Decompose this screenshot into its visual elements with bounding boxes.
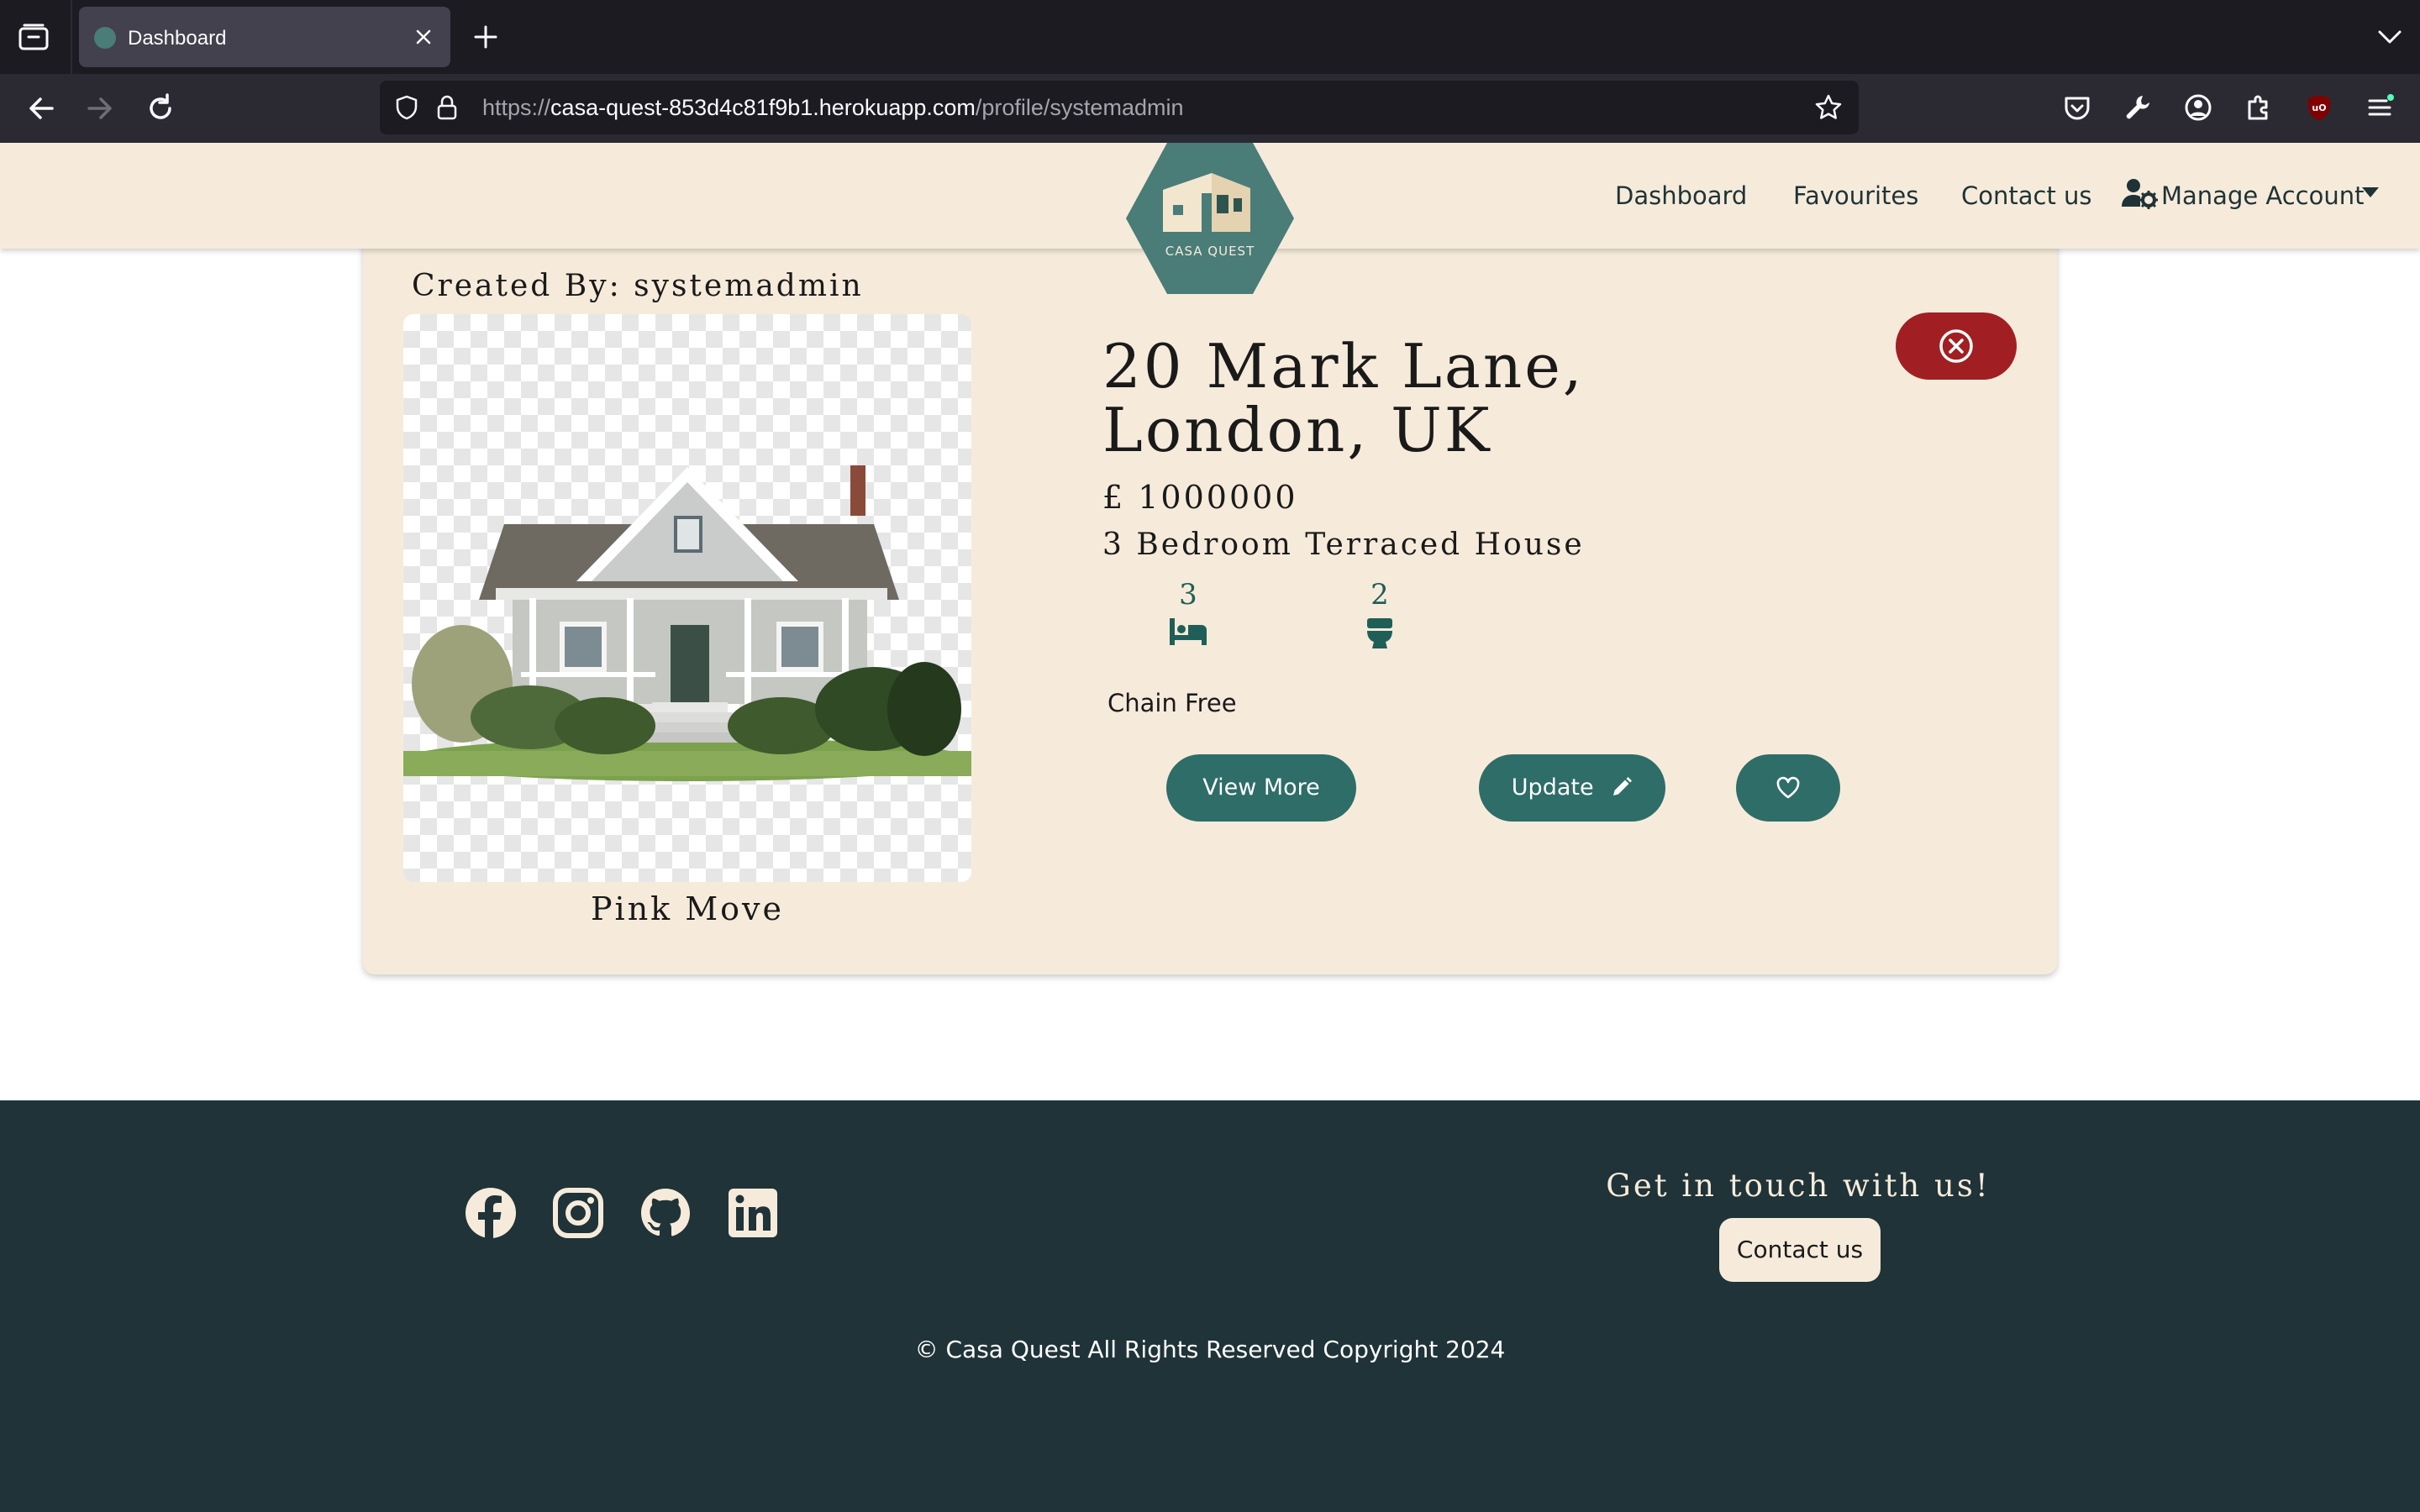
copyright-text: © Casa Quest All Rights Reserved Copyrig…: [914, 1336, 1506, 1363]
extensions-icon[interactable]: [2242, 91, 2275, 124]
github-icon[interactable]: [639, 1186, 692, 1240]
browser-nav-bar: https://casa-quest-853d4c81f9b1.herokuap…: [0, 74, 2420, 143]
heart-icon: [1776, 776, 1800, 799]
wrench-icon[interactable]: [2121, 91, 2154, 124]
delete-button[interactable]: [1896, 312, 2017, 380]
site-footer: Get in touch with us! Contact us © Casa …: [0, 1100, 2420, 1512]
casa-quest-logo[interactable]: CASA QUEST: [1124, 141, 1296, 296]
nav-link-contact[interactable]: Contact us: [1961, 181, 2092, 210]
reload-icon[interactable]: [141, 89, 180, 128]
pencil-icon: [1613, 777, 1633, 795]
url-host: casa-quest-853d4c81f9b1.herokuapp.com: [550, 95, 976, 120]
view-more-label: View More: [1202, 774, 1320, 801]
toilet-icon: [1367, 618, 1392, 648]
url-path: /profile/systemadmin: [975, 95, 1184, 120]
property-address: 20 Mark Lane, London, UK: [1102, 331, 1585, 465]
photo-caption: Pink Move: [590, 890, 785, 927]
update-label: Update: [1511, 774, 1594, 801]
browser-tab-dashboard[interactable]: Dashboard: [79, 7, 450, 67]
menu-icon[interactable]: [2363, 91, 2396, 124]
shield-icon[interactable]: [393, 94, 420, 121]
svg-text:uO: uO: [2312, 102, 2326, 113]
close-icon[interactable]: [410, 24, 437, 50]
nav-link-dashboard[interactable]: Dashboard: [1615, 181, 1747, 210]
facebook-icon[interactable]: [464, 1186, 518, 1240]
property-image: [403, 314, 971, 882]
account-icon[interactable]: [2181, 91, 2215, 124]
back-arrow-icon[interactable]: [22, 89, 60, 128]
get-in-touch-heading: Get in touch with us!: [1606, 1168, 1991, 1204]
circle-x-icon: [1939, 329, 1973, 363]
user-gear-icon: [2122, 179, 2158, 209]
bedrooms-count: 3: [1179, 578, 1197, 612]
property-price: £ 1000000: [1102, 479, 1298, 516]
tab-title: Dashboard: [128, 27, 227, 50]
site-favicon-icon: [94, 27, 116, 49]
footer-contact-button[interactable]: Contact us: [1719, 1218, 1881, 1282]
pocket-icon[interactable]: [2060, 91, 2094, 124]
ublock-icon[interactable]: uO: [2302, 91, 2336, 124]
linkedin-icon[interactable]: [726, 1186, 780, 1240]
chain-status: Chain Free: [1107, 689, 1237, 717]
caret-down-icon: [2362, 187, 2379, 197]
url-text[interactable]: https://casa-quest-853d4c81f9b1.herokuap…: [482, 95, 1183, 120]
url-bar[interactable]: https://casa-quest-853d4c81f9b1.herokuap…: [380, 81, 1859, 134]
bathrooms-count: 2: [1370, 578, 1389, 612]
bed-icon: [1170, 618, 1207, 645]
update-button[interactable]: Update: [1479, 754, 1665, 822]
plus-icon[interactable]: [471, 22, 501, 52]
created-by-label: Created By: systemadmin: [412, 269, 864, 303]
nav-link-favourites[interactable]: Favourites: [1793, 181, 1918, 210]
star-icon[interactable]: [1813, 92, 1844, 123]
manage-account-label: Manage Account: [2161, 181, 2365, 210]
browser-tab-bar: Dashboard: [0, 0, 2420, 74]
forward-arrow-icon[interactable]: [81, 89, 119, 128]
bedrooms-stat: 3: [1155, 578, 1222, 647]
property-type: 3 Bedroom Terraced House: [1102, 528, 1585, 562]
tab-divider: [71, 0, 72, 74]
lock-icon[interactable]: [435, 94, 459, 121]
bathrooms-stat: 2: [1346, 578, 1413, 650]
instagram-icon[interactable]: [551, 1186, 605, 1240]
view-more-button[interactable]: View More: [1166, 754, 1356, 822]
url-scheme: https://: [482, 95, 551, 120]
tab-overview-icon[interactable]: [17, 22, 50, 52]
property-card: Created By: systemadmin Pink Move 20 Mar…: [363, 227, 2057, 974]
house-illustration: [403, 465, 971, 781]
chevron-down-icon[interactable]: [2375, 24, 2405, 50]
logo-text: CASA QUEST: [1165, 244, 1255, 259]
favourite-button[interactable]: [1736, 754, 1840, 822]
